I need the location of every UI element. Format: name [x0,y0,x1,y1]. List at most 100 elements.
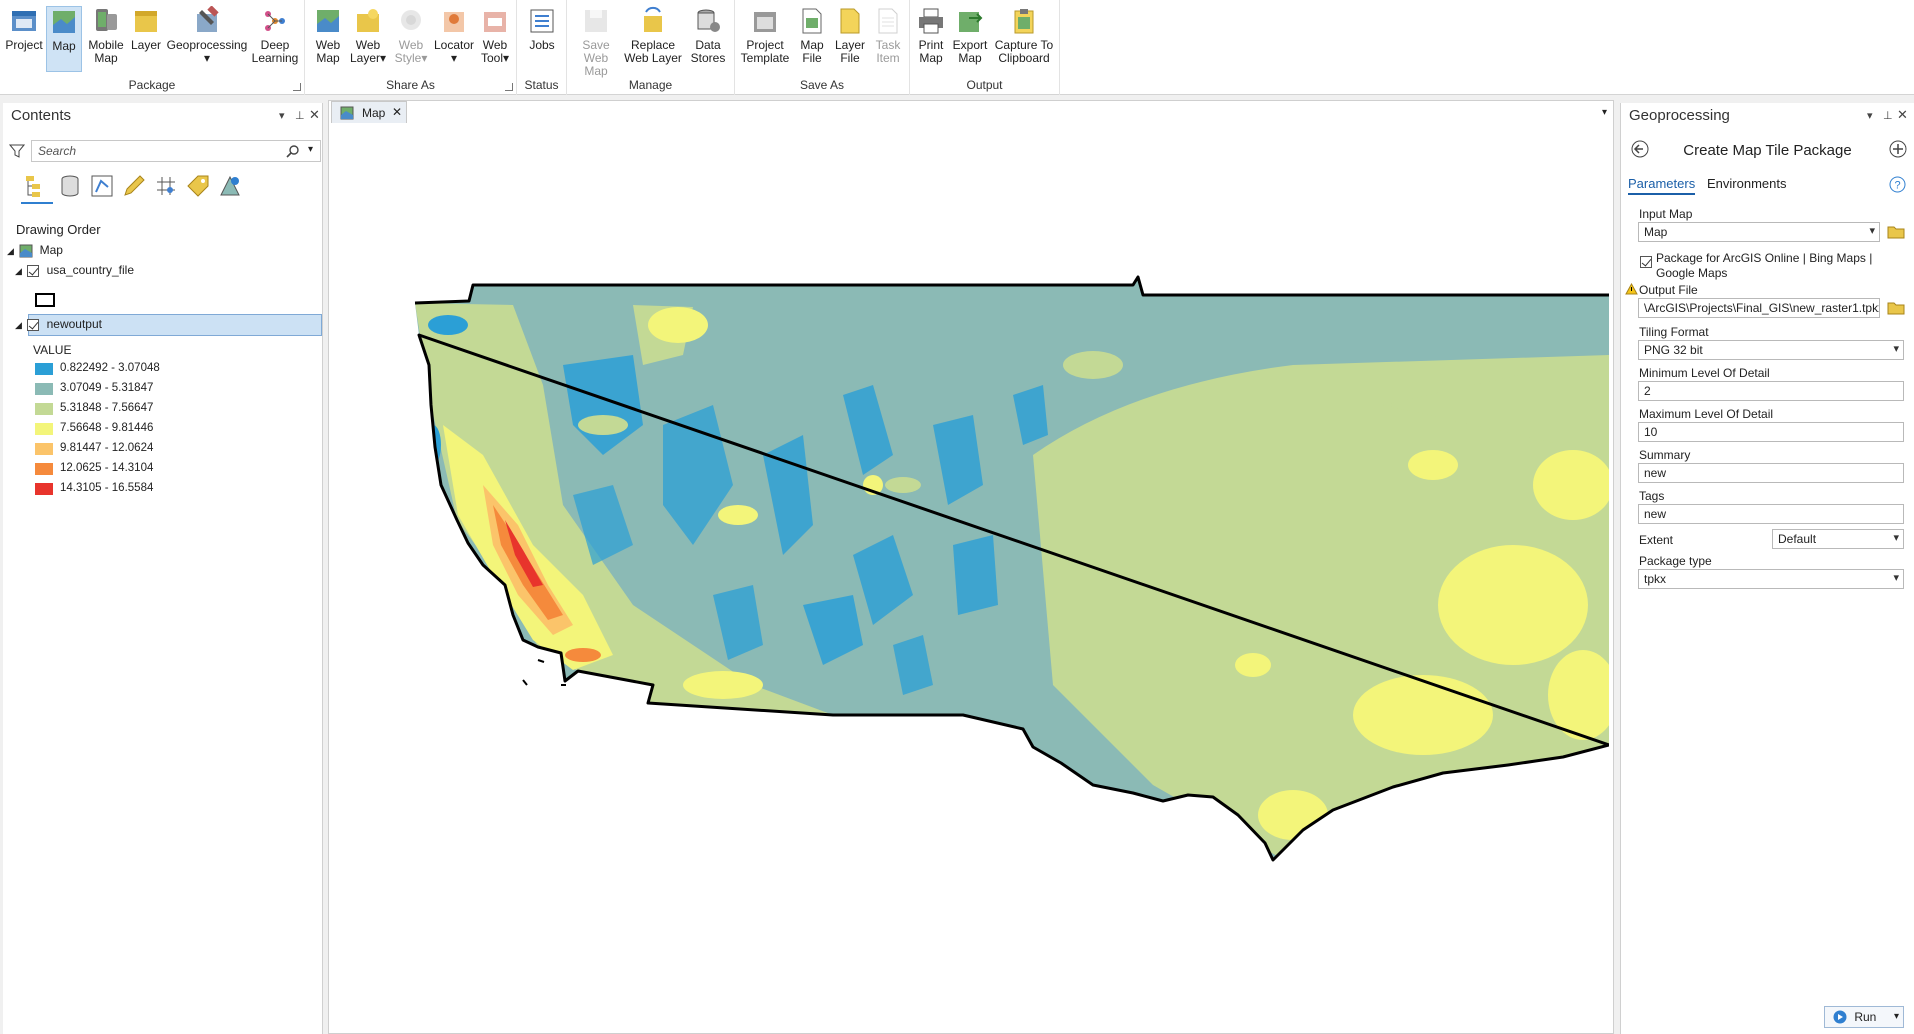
data-stores-button[interactable]: Data Stores [687,6,729,65]
input-map-label: Input Map [1639,207,1693,221]
legend-swatch[interactable] [35,423,53,435]
print-map-button[interactable]: Print Map [914,6,948,65]
web-map-icon [317,10,339,32]
search-icon[interactable] [286,144,300,158]
folder-browse-icon[interactable] [1887,300,1905,316]
layer-package-button[interactable]: Layer [128,6,164,52]
pane-menu-chevron-icon[interactable]: ▾ [1867,109,1873,122]
web-style-button[interactable]: Web Style▾ [391,6,431,65]
locator-button[interactable]: Locator ▾ [433,6,475,65]
list-by-editing-icon[interactable] [121,173,147,199]
toc-layer-usa-country-file[interactable]: ◢ usa_country_file [15,263,134,277]
legend-swatch[interactable] [35,363,53,375]
folder-browse-icon[interactable] [1887,224,1905,240]
list-by-perspective-imagery-icon[interactable] [217,173,243,199]
clipboard-icon [1014,9,1034,34]
run-button[interactable]: Run ▾ [1824,1006,1904,1028]
legend-swatch[interactable] [35,463,53,475]
tab-parameters[interactable]: Parameters [1628,176,1696,195]
web-map-button[interactable]: Web Map [310,6,346,65]
project-template-button[interactable]: Project Template [739,6,791,65]
toc-layer-newoutput[interactable]: ◢ newoutput [15,317,102,331]
capture-to-clipboard-button[interactable]: Capture To Clipboard [992,6,1056,65]
summary-label: Summary [1639,448,1691,462]
save-web-map-icon [585,10,607,32]
legend-swatch[interactable] [35,403,53,415]
tab-map[interactable]: Map ✕ [331,101,407,123]
outline-symbol-swatch[interactable] [35,293,55,307]
toc-map-item[interactable]: ◢ Map [7,243,63,258]
add-icon[interactable] [1889,140,1907,158]
help-icon[interactable]: ? [1889,176,1906,193]
search-input[interactable]: Search [31,140,321,162]
share-as-group-launcher-icon[interactable] [505,83,513,91]
mobile-map-button[interactable]: Mobile Map [86,6,126,65]
ribbon-group-output: Print Map Export Map Capture To Clipboar… [910,0,1060,95]
legend-title: VALUE [33,343,72,357]
project-button[interactable]: Project [3,6,45,52]
max-lod-input[interactable]: 10 [1638,422,1904,442]
map-file-button[interactable]: Map File [795,6,829,65]
jobs-button[interactable]: Jobs [525,6,559,52]
legend-label: 9.81447 - 12.0624 [60,442,154,454]
package-group-launcher-icon[interactable] [293,83,301,91]
tab-environments[interactable]: Environments [1707,176,1786,191]
extent-select[interactable]: Default [1772,529,1904,549]
run-options-chevron-icon[interactable]: ▾ [1894,1011,1899,1022]
replace-web-layer-button[interactable]: Replace Web Layer [623,6,683,65]
web-layer-button[interactable]: Web Layer▾ [348,6,388,65]
list-by-drawing-order-icon[interactable] [23,173,49,199]
legend-label: 0.822492 - 3.07048 [60,362,160,374]
pane-menu-chevron-icon[interactable]: ▾ [279,109,285,122]
map-button[interactable]: Map [46,6,82,72]
task-item-icon [878,8,898,34]
legend-swatch[interactable] [35,443,53,455]
export-map-icon [959,12,983,32]
layer-package-icon [135,11,157,32]
collapse-triangle-icon[interactable]: ◢ [15,320,22,330]
legend-swatch[interactable] [35,383,53,395]
tab-list-chevron-icon[interactable]: ▾ [1602,107,1607,118]
ribbon-group-save-as: Project Template Map File Layer File Tas… [735,0,910,95]
close-tab-icon[interactable]: ✕ [392,105,402,119]
collapse-triangle-icon[interactable]: ◢ [7,246,14,256]
filter-icon[interactable] [9,143,25,159]
geoprocessing-hammer-icon [197,6,219,32]
task-item-button[interactable]: Task Item [871,6,905,65]
map-tab-icon [340,106,354,120]
output-file-input[interactable]: \ArcGIS\Projects\Final_GIS\new_raster1.t… [1638,298,1880,318]
layer-visibility-checkbox[interactable] [27,264,40,277]
list-by-labeling-icon[interactable] [185,173,211,199]
ribbon-group-manage: Save Web Map Replace Web Layer Data Stor… [567,0,735,95]
tiling-format-select[interactable]: PNG 32 bit [1638,340,1904,360]
legend-swatch[interactable] [35,483,53,495]
list-by-selection-icon[interactable] [89,173,115,199]
tags-input[interactable]: new [1638,504,1904,524]
deep-learning-button[interactable]: Deep Learning [250,6,300,65]
list-by-snapping-icon[interactable] [153,173,179,199]
layer-visibility-checkbox[interactable] [27,318,40,331]
web-tool-button[interactable]: Web Tool▾ [477,6,513,65]
pin-icon[interactable]: ⊥ [1883,109,1893,122]
layer-file-button[interactable]: Layer File [832,6,868,65]
package-type-label: Package type [1639,554,1712,568]
export-map-button[interactable]: Export Map [952,6,988,65]
save-web-map-button[interactable]: Save Web Map [571,6,621,78]
map-file-icon [802,8,822,34]
pin-icon[interactable]: ⊥ [295,109,305,122]
input-map-select[interactable]: Map [1638,222,1880,242]
geoprocessing-package-button[interactable]: Geoprocessing ▾ [166,6,248,65]
replace-web-layer-icon [644,6,662,32]
close-icon[interactable]: ✕ [1897,107,1908,123]
package-for-online-checkbox[interactable] [1640,256,1652,268]
jobs-list-icon [530,9,554,33]
package-type-select[interactable]: tpkx [1638,569,1904,589]
search-options-chevron-icon[interactable]: ▾ [308,144,313,155]
collapse-triangle-icon[interactable]: ◢ [15,266,22,276]
close-icon[interactable]: ✕ [309,107,320,123]
list-by-source-icon[interactable] [57,173,83,199]
summary-input[interactable]: new [1638,463,1904,483]
extent-label: Extent [1639,533,1674,547]
min-lod-input[interactable]: 2 [1638,381,1904,401]
map-canvas[interactable] [333,125,1609,1033]
